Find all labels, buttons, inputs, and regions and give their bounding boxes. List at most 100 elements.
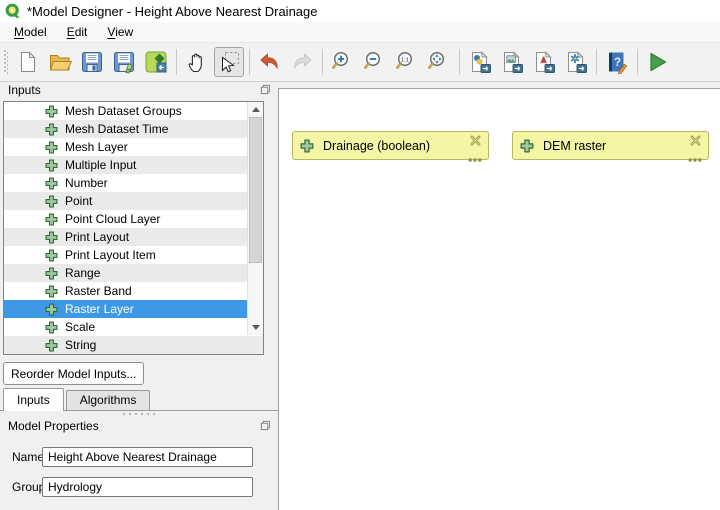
input-item-scale[interactable]: Scale [4,318,263,336]
input-item-string[interactable]: String [4,336,263,354]
input-item-label: Mesh Layer [65,140,128,154]
input-item-label: Raster Layer [65,302,134,316]
qgis-logo-icon [5,3,21,19]
edit-help-button[interactable]: ? [602,47,632,77]
name-input[interactable] [42,447,253,467]
input-item-point[interactable]: Point [4,192,263,210]
input-item-label: Multiple Input [65,158,136,172]
model-properties-title: Model Properties [8,419,99,433]
input-item-label: Point [65,194,92,208]
plus-icon [45,159,58,172]
node-comment-dots-icon[interactable] [688,151,702,155]
zoom-in-button[interactable] [328,47,358,77]
toolbar: 1:1? [0,43,720,82]
open-model-button[interactable] [45,47,75,77]
model-node-drainage-boolean[interactable]: Drainage (boolean) [292,131,489,160]
export-image-icon [500,50,524,74]
group-input[interactable] [42,477,253,497]
save-model-as-button[interactable] [109,47,139,77]
input-item-number[interactable]: Number [4,174,263,192]
input-item-label: Mesh Dataset Groups [65,104,182,118]
scroll-up-icon[interactable] [248,102,263,117]
input-item-label: Point Cloud Layer [65,212,160,226]
save-model-in-project-icon [144,50,168,74]
scroll-down-icon[interactable] [248,320,263,335]
toolbar-grip[interactable] [4,50,8,74]
toolbar-separator [249,49,250,75]
undo-button[interactable] [255,47,285,77]
reorder-model-inputs-button[interactable]: Reorder Model Inputs... [3,362,144,385]
input-item-mesh-dataset-time[interactable]: Mesh Dataset Time [4,120,263,138]
input-item-mesh-layer[interactable]: Mesh Layer [4,138,263,156]
input-item-print-layout-item[interactable]: Print Layout Item [4,246,263,264]
toolbar-buttons: 1:1? [12,47,674,77]
input-item-mesh-dataset-groups[interactable]: Mesh Dataset Groups [4,102,263,120]
zoom-actual-icon: 1:1 [395,50,419,74]
menu-edit[interactable]: Edit [57,23,98,41]
tab-algorithms[interactable]: Algorithms [66,390,151,410]
zoom-full-button[interactable] [424,47,454,77]
plus-icon [45,177,58,190]
inputs-dock: Inputs Mesh Dataset Groups Mesh Dataset T… [0,82,278,510]
menu-view[interactable]: View [97,23,143,41]
node-comment-dots-icon[interactable] [468,151,482,155]
run-model-button[interactable] [643,47,673,77]
model-canvas[interactable]: Drainage (boolean) DEM raster [278,88,720,510]
inputs-dock-header: Inputs [8,82,271,97]
remove-node-icon[interactable] [690,135,701,146]
toolbar-separator [637,49,638,75]
toolbar-separator [596,49,597,75]
export-python-button[interactable] [465,47,495,77]
menu-bar: ModelEditView [0,22,720,43]
plus-icon [45,231,58,244]
name-field-row: Name [0,447,278,467]
select-button[interactable] [214,47,244,77]
toolbar-separator [176,49,177,75]
input-item-label: Scale [65,320,95,334]
save-model-in-project-button[interactable] [141,47,171,77]
plus-icon [45,339,58,352]
tab-inputs[interactable]: Inputs [3,388,64,411]
group-field-row: Group [0,477,278,497]
splitter-handle[interactable] [0,413,278,415]
inputs-dock-title: Inputs [8,83,41,97]
zoom-actual-button[interactable]: 1:1 [392,47,422,77]
inputs-list: Mesh Dataset Groups Mesh Dataset Time Mesh… [3,101,264,355]
menu-model[interactable]: Model [4,23,57,41]
panel-tabs: InputsAlgorithms [0,388,278,411]
dock-float-icon[interactable] [259,420,271,432]
plus-icon [45,303,58,316]
pan-button[interactable] [182,47,212,77]
input-item-label: Mesh Dataset Time [65,122,168,136]
input-item-raster-layer[interactable]: Raster Layer [4,300,263,318]
export-python-icon [468,50,492,74]
redo-button[interactable] [287,47,317,77]
svg-text:?: ? [614,57,621,69]
input-item-print-layout[interactable]: Print Layout [4,228,263,246]
dock-float-icon[interactable] [259,84,271,96]
export-image-button[interactable] [497,47,527,77]
remove-node-icon[interactable] [470,135,481,146]
plus-icon [45,267,58,280]
zoom-out-button[interactable] [360,47,390,77]
model-properties-header: Model Properties [8,418,271,433]
inputs-list-scrollbar[interactable] [247,102,263,335]
plus-icon [45,285,58,298]
title-bar: *Model Designer - Height Above Nearest D… [0,0,720,22]
input-item-multiple-input[interactable]: Multiple Input [4,156,263,174]
scrollbar-thumb[interactable] [249,117,262,263]
input-item-raster-band[interactable]: Raster Band [4,282,263,300]
new-model-button[interactable] [13,47,43,77]
new-model-icon [16,50,40,74]
model-node-dem-raster[interactable]: DEM raster [512,131,709,160]
plus-icon [45,123,58,136]
export-svg-button[interactable] [561,47,591,77]
input-item-point-cloud-layer[interactable]: Point Cloud Layer [4,210,263,228]
export-pdf-button[interactable] [529,47,559,77]
save-model-button[interactable] [77,47,107,77]
plus-icon [300,139,314,153]
redo-icon [290,50,314,74]
input-item-range[interactable]: Range [4,264,263,282]
plus-icon [520,139,534,153]
open-model-icon [48,50,72,74]
